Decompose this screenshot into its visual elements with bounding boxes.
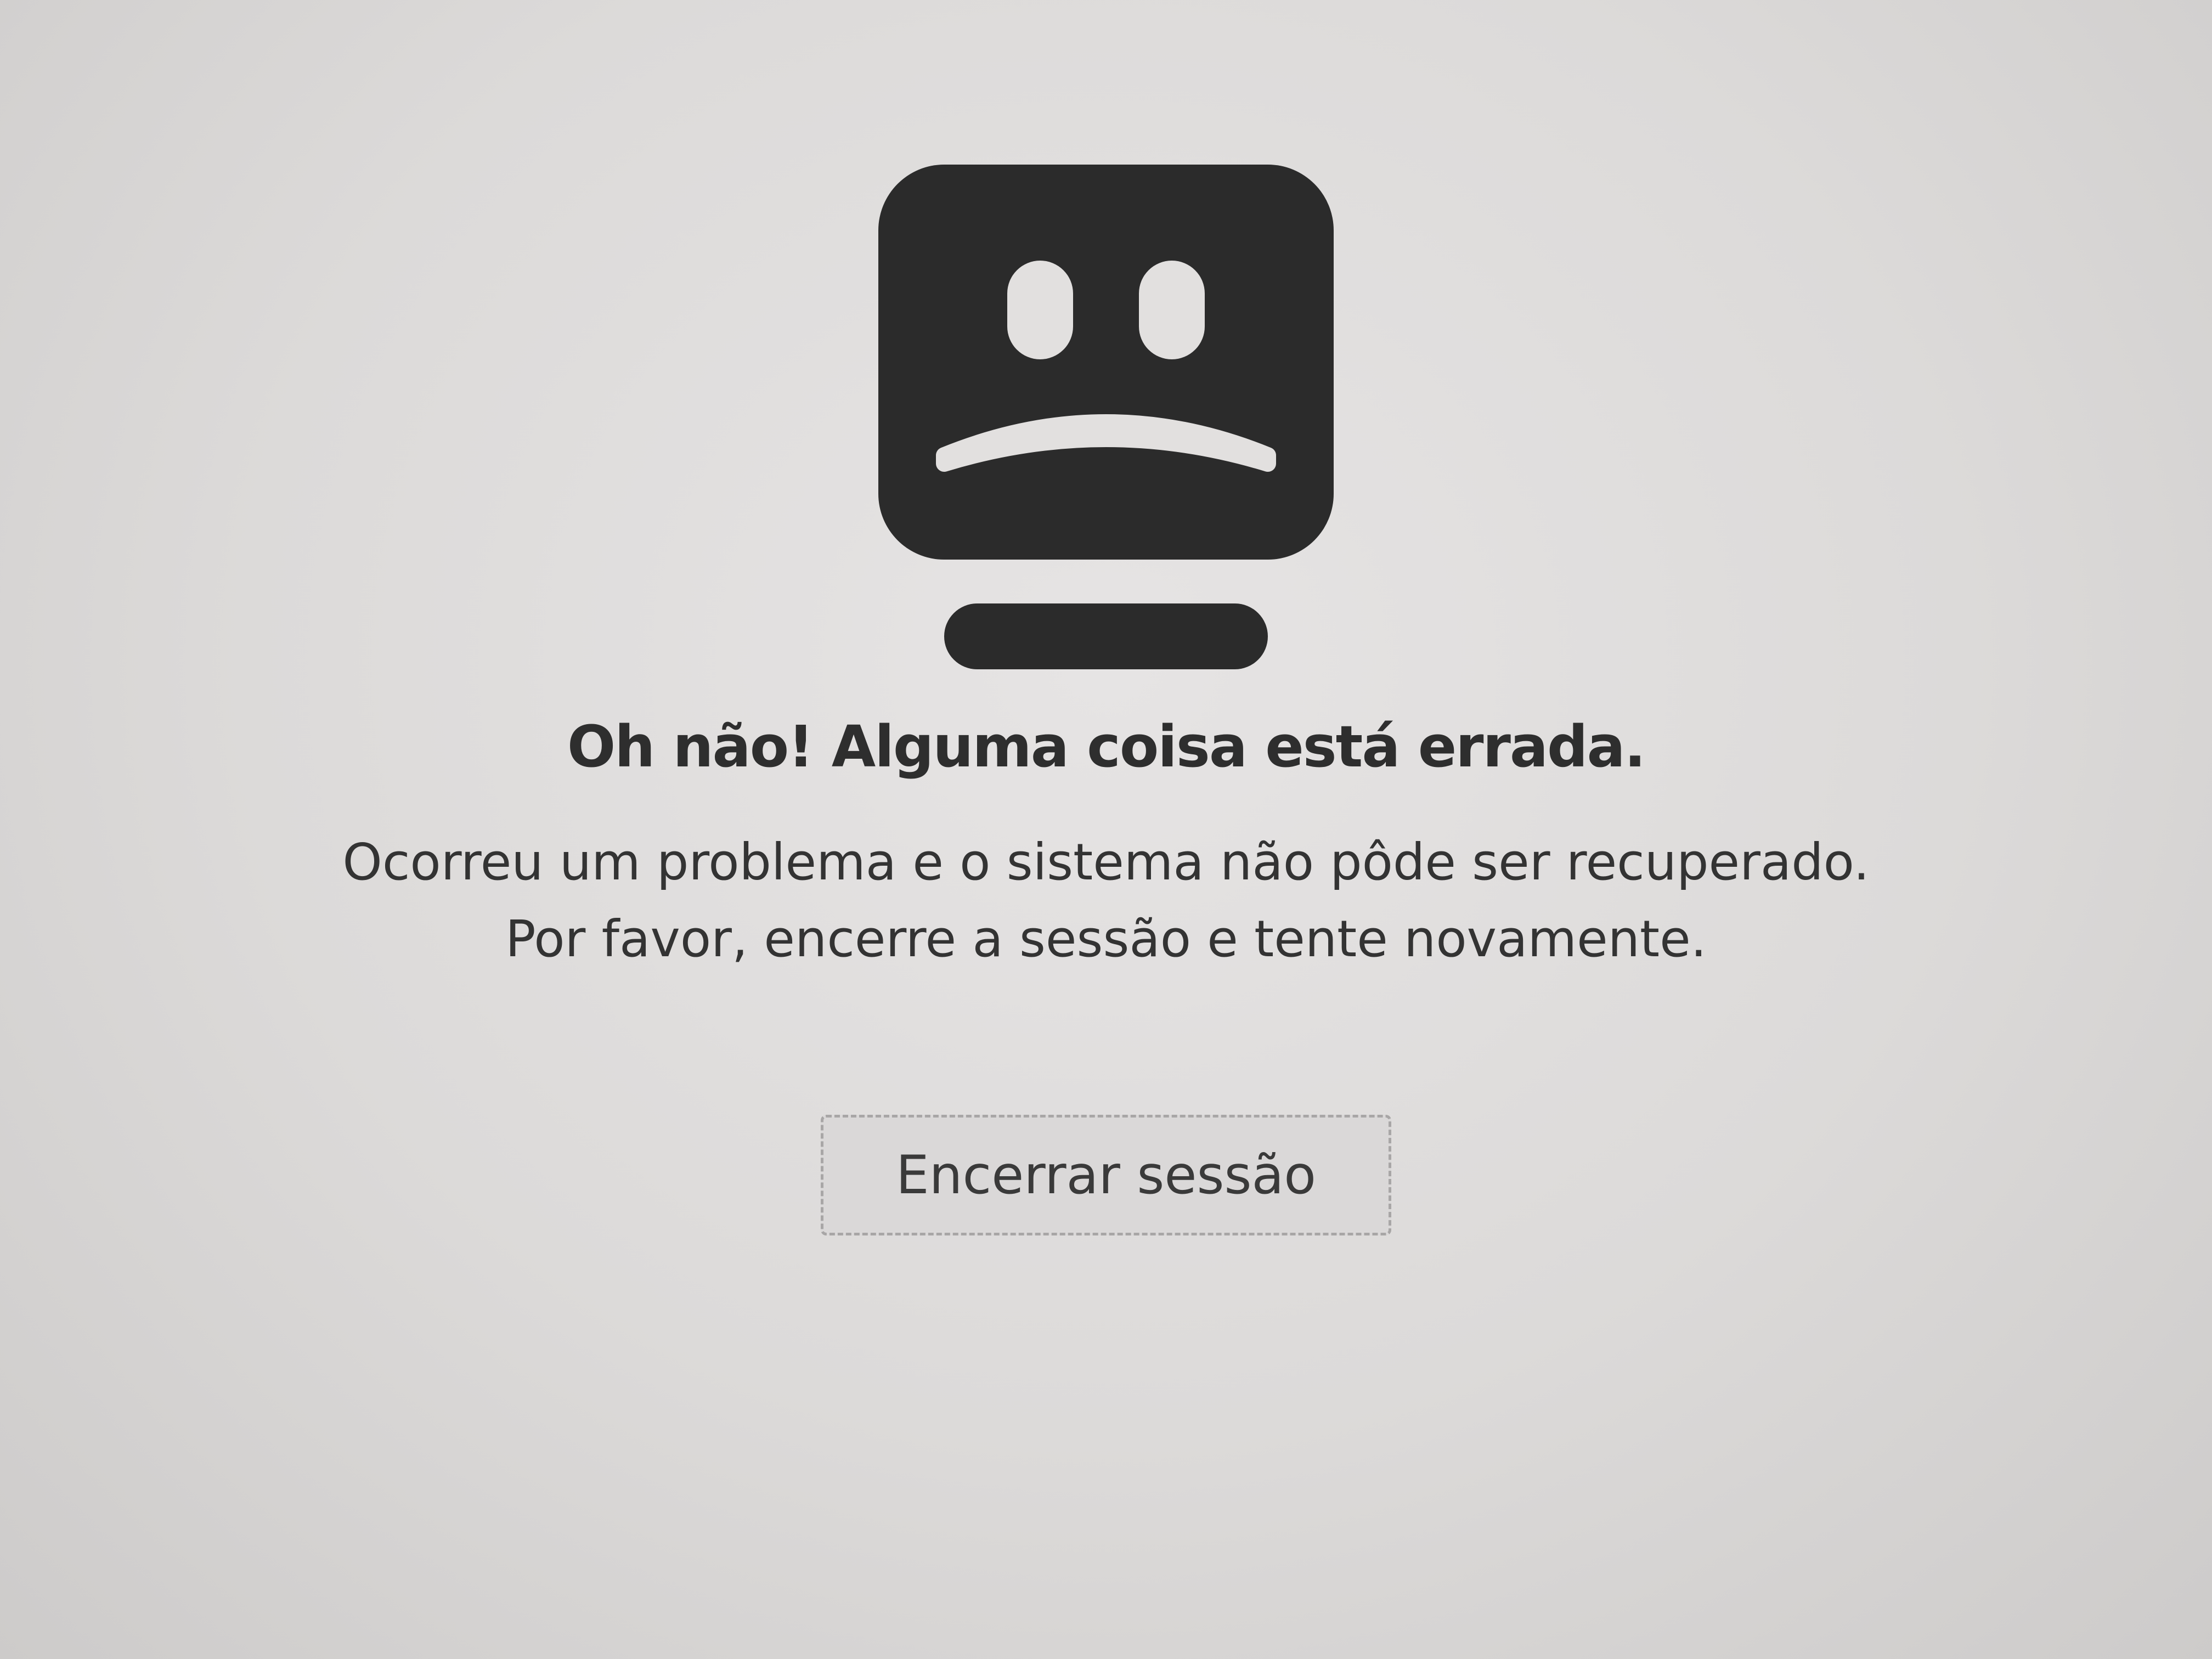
- error-message: Ocorreu um problema e o sistema não pôde…: [342, 824, 1869, 978]
- logout-button[interactable]: Encerrar sessão: [821, 1115, 1391, 1235]
- sad-face-container: [878, 165, 1334, 669]
- error-message-line-2: Por favor, encerre a sessão e tente nova…: [505, 910, 1707, 968]
- error-title: Oh não! Alguma coisa está errada.: [567, 713, 1646, 780]
- error-screen: Oh não! Alguma coisa está errada. Ocorre…: [0, 0, 2212, 1659]
- sad-computer-face-icon: [878, 165, 1334, 669]
- error-message-line-1: Ocorreu um problema e o sistema não pôde…: [342, 833, 1870, 891]
